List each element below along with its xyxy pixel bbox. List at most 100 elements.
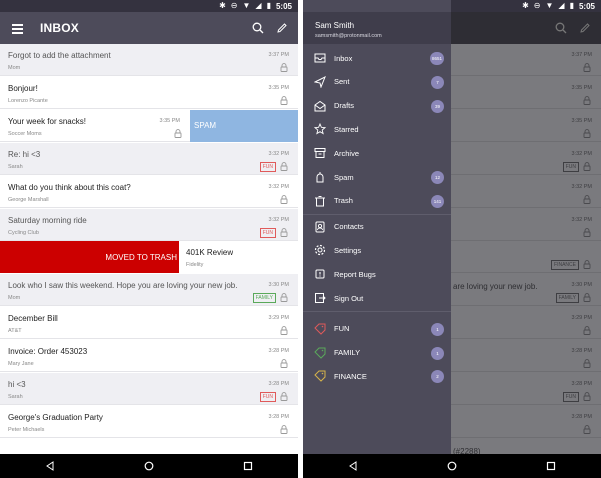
mail-sender: Soccer Moms bbox=[8, 130, 42, 137]
lock-icon bbox=[280, 63, 288, 72]
count-badge: 12 bbox=[431, 171, 444, 184]
mail-sender: Fidelity bbox=[186, 262, 204, 269]
drawer-item-label: Report Bugs bbox=[334, 269, 376, 279]
drawer-label-name: FUN bbox=[334, 324, 350, 334]
recents-icon[interactable] bbox=[240, 458, 256, 474]
mail-row[interactable]: Your week for snacks! Soccer Moms 3:35 PM S… bbox=[0, 109, 298, 142]
mail-sender: Sarah bbox=[8, 394, 23, 400]
mail-row[interactable]: Saturday morning ride Cycling Club 3:32 PM… bbox=[0, 208, 298, 241]
status-time: 5:05 bbox=[578, 1, 595, 11]
search-icon[interactable] bbox=[252, 22, 264, 34]
compose-icon bbox=[580, 23, 590, 33]
lock-icon bbox=[280, 392, 288, 401]
lock-icon bbox=[583, 227, 591, 237]
mail-row[interactable]: George's Graduation Party Peter Michaels 3… bbox=[0, 405, 298, 438]
drawer-item-starred[interactable]: Starred bbox=[303, 117, 451, 141]
drawer-label-fun[interactable]: FUN 1 bbox=[303, 317, 451, 341]
mail-subject: George's Graduation Party bbox=[8, 412, 103, 422]
status-time: 5:05 bbox=[275, 1, 292, 11]
mail-time: 3:32 PM bbox=[571, 216, 592, 223]
home-icon[interactable] bbox=[444, 458, 460, 474]
home-icon[interactable] bbox=[141, 458, 157, 474]
lock-icon bbox=[280, 227, 288, 237]
drawer-item-inbox[interactable]: Inbox 8651 bbox=[303, 46, 451, 70]
lock-icon bbox=[280, 326, 288, 336]
count-badge: 2 bbox=[431, 370, 444, 384]
mail-time: 3:35 PM bbox=[268, 84, 289, 91]
mail-subject: Your week for snacks! bbox=[8, 116, 86, 126]
drawer-item-label: Sign Out bbox=[334, 293, 364, 303]
count-badge: 39 bbox=[431, 99, 444, 113]
lock-icon bbox=[583, 63, 591, 72]
mail-time: 3:28 PM bbox=[268, 413, 289, 420]
mail-row[interactable]: Invoice: Order 453023 Mary Jane 3:28 PM bbox=[0, 340, 298, 373]
lock-icon bbox=[583, 260, 591, 270]
drawer-item-label: Trash bbox=[334, 196, 353, 206]
count-badge: 141 bbox=[431, 194, 444, 208]
mail-time: 3:29 PM bbox=[571, 315, 592, 322]
drawer-item-trash[interactable]: Trash 141 bbox=[303, 189, 451, 213]
mail-row[interactable]: What do you think about this coat? George… bbox=[0, 175, 298, 208]
label-tag-family: FAMILY bbox=[555, 293, 579, 304]
moved-to-trash-banner: MOVED TO TRASH bbox=[0, 241, 179, 274]
mail-subject: hi <3 bbox=[8, 380, 26, 389]
page-title: INBOX bbox=[40, 21, 80, 35]
lock-icon bbox=[280, 161, 288, 171]
lock-icon bbox=[174, 128, 182, 138]
drawer-label-name: FINANCE bbox=[334, 371, 367, 381]
mail-row[interactable]: MOVED TO TRASH 401K Review Fidelity bbox=[0, 241, 298, 274]
drawer-item-label: Archive bbox=[334, 148, 360, 158]
label-tag-fun: FUN bbox=[562, 161, 579, 172]
mail-subject: What do you think about this coat? bbox=[8, 182, 131, 192]
swiped-mail-content[interactable]: 401K Review Fidelity bbox=[179, 241, 298, 274]
mail-row[interactable]: December Bill AT&T 3:29 PM bbox=[0, 307, 298, 340]
spam-icon bbox=[314, 171, 326, 183]
mail-time: 3:32 PM bbox=[571, 150, 592, 157]
mail-row[interactable]: Forgot to add the attachment Mom 3:37 PM bbox=[0, 44, 298, 76]
mail-row[interactable]: Re: hi <3 Sarah 3:32 PM FUN bbox=[0, 142, 298, 175]
archive-icon bbox=[314, 147, 326, 159]
drawer-label-finance[interactable]: FINANCE 2 bbox=[303, 364, 451, 388]
drawer-item-drafts[interactable]: Drafts 39 bbox=[303, 94, 451, 118]
drawer-label-family[interactable]: FAMILY 1 bbox=[303, 341, 451, 365]
drawer-item-label: Settings bbox=[334, 245, 362, 255]
lock-icon bbox=[583, 96, 591, 105]
wifi-icon: ▼ bbox=[545, 1, 554, 10]
inbox-icon bbox=[314, 52, 326, 64]
tag-icon bbox=[314, 370, 326, 383]
label-tag-fun: FUN bbox=[562, 392, 579, 402]
drawer-item-sign-out[interactable]: Sign Out bbox=[303, 286, 451, 310]
signal-icon: ◢ bbox=[558, 1, 565, 10]
recents-icon[interactable] bbox=[543, 458, 559, 474]
mail-time: 3:35 PM bbox=[159, 117, 180, 124]
mail-subject: 401K Review bbox=[186, 248, 234, 258]
mail-row[interactable]: Bonjour! Lorenzo Picante 3:35 PM bbox=[0, 76, 298, 109]
drawer-item-label: Contacts bbox=[334, 222, 364, 232]
lock-icon bbox=[583, 326, 591, 336]
drawer-divider bbox=[303, 310, 451, 312]
drawer-item-settings[interactable]: Settings bbox=[303, 238, 451, 262]
drawer-item-report-bugs[interactable]: Report Bugs bbox=[303, 262, 451, 286]
lock-icon bbox=[583, 392, 591, 401]
drawer-item-spam[interactable]: Spam 12 bbox=[303, 165, 451, 189]
back-icon[interactable] bbox=[42, 458, 58, 474]
compose-icon[interactable] bbox=[276, 22, 288, 34]
bluetooth-icon: ✱ bbox=[219, 1, 226, 10]
mail-time: 3:28 PM bbox=[571, 348, 592, 355]
drawer-item-archive[interactable]: Archive bbox=[303, 141, 451, 165]
back-icon[interactable] bbox=[345, 458, 361, 474]
mail-sender: Mom bbox=[8, 65, 21, 71]
label-tag-family: FAMILY bbox=[252, 293, 276, 304]
mail-row[interactable]: Look who I saw this weekend. Hope you ar… bbox=[0, 274, 298, 307]
mail-time: 3:28 PM bbox=[268, 348, 289, 355]
mail-time: 3:32 PM bbox=[268, 216, 289, 223]
drawer-item-contacts[interactable]: Contacts bbox=[303, 215, 451, 239]
hamburger-menu-icon[interactable] bbox=[12, 23, 26, 34]
mail-time: 3:32 PM bbox=[571, 183, 592, 190]
mail-row[interactable]: hi <3 Sarah 3:28 PM FUN bbox=[0, 373, 298, 405]
contacts-icon bbox=[314, 221, 326, 233]
mail-sender: Peter Michaels bbox=[8, 426, 45, 433]
count-badge: 8651 bbox=[429, 52, 444, 65]
lock-icon bbox=[583, 128, 591, 138]
drawer-item-sent[interactable]: Sent 7 bbox=[303, 70, 451, 94]
